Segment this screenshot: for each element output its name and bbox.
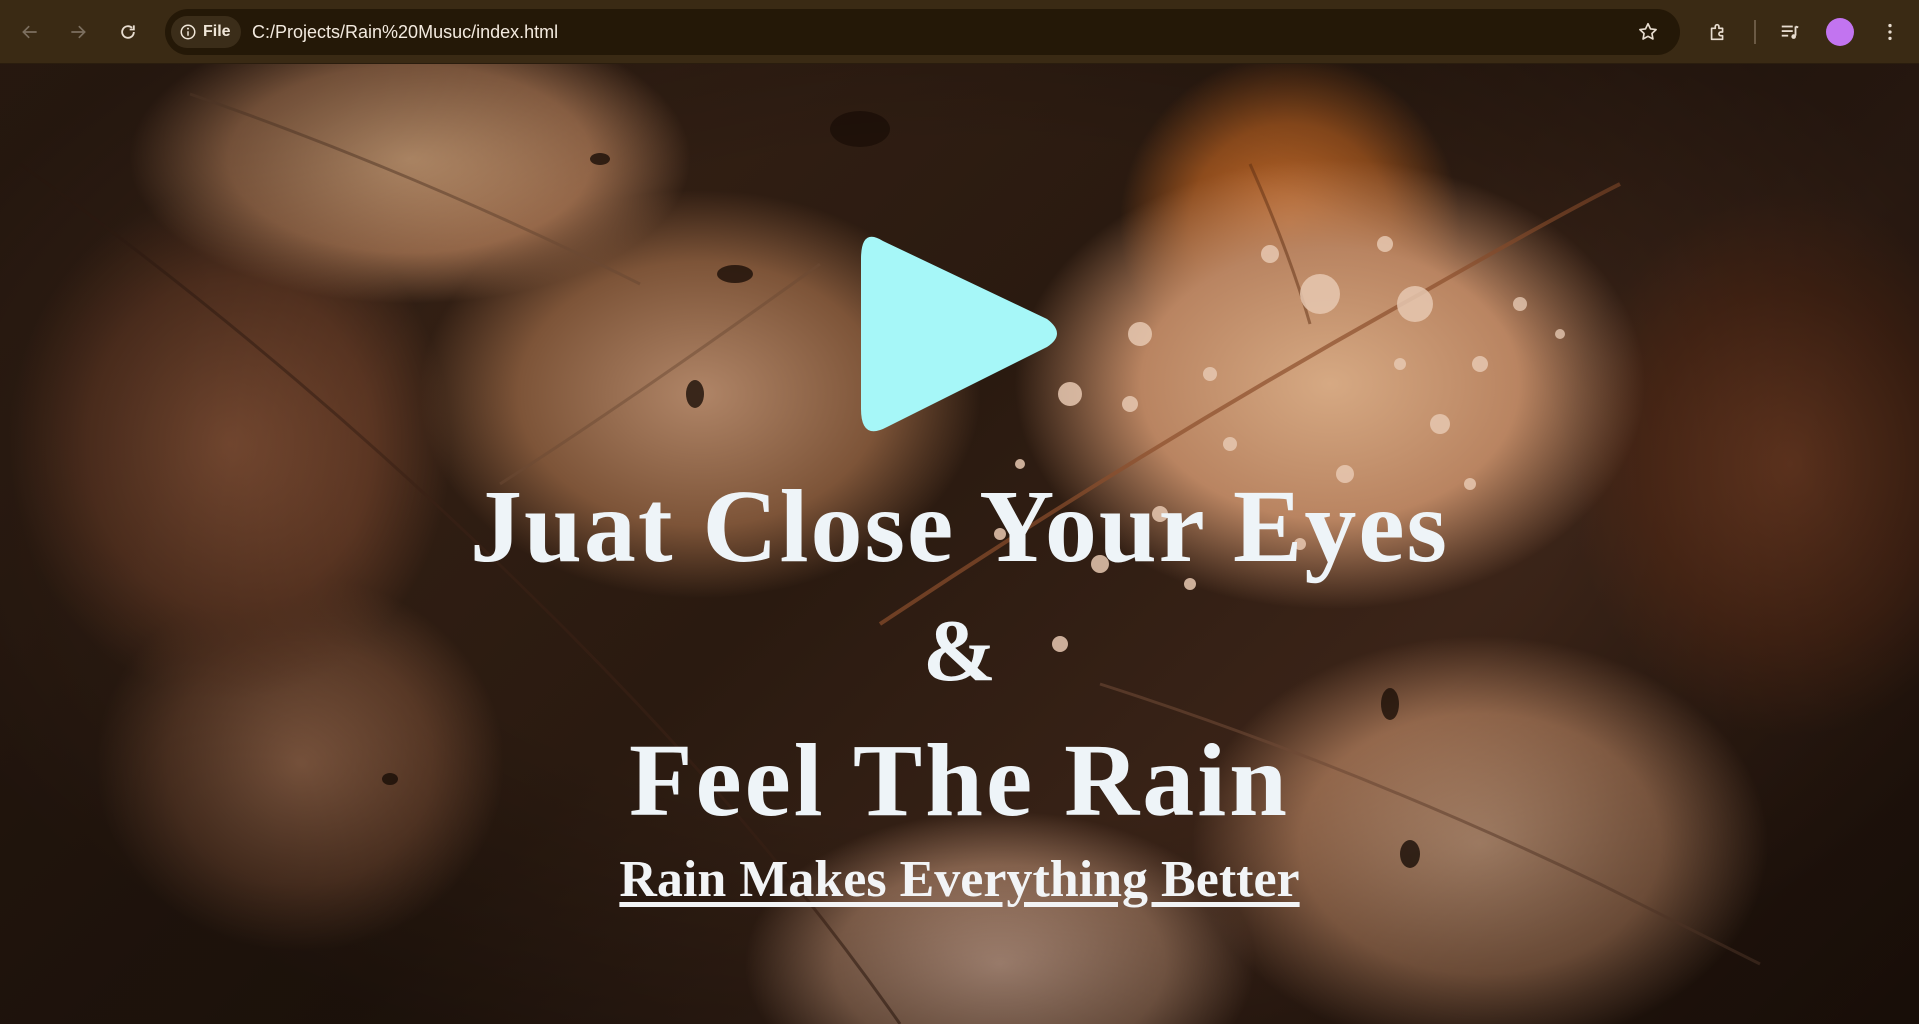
headline-line-2: Feel The Rain bbox=[628, 723, 1291, 838]
forward-button[interactable] bbox=[62, 16, 94, 48]
headline-ampersand: & bbox=[922, 603, 997, 700]
star-icon bbox=[1639, 22, 1657, 40]
play-triangle-icon[interactable] bbox=[855, 219, 1065, 449]
arrow-left-icon bbox=[22, 25, 37, 39]
media-control-button[interactable] bbox=[1774, 16, 1806, 48]
toolbar-divider bbox=[1754, 20, 1756, 44]
page-viewport: Juat Close Your Eyes & Feel The Rain Rai… bbox=[0, 64, 1919, 1024]
info-icon bbox=[180, 24, 196, 40]
site-chip-label: File bbox=[203, 23, 231, 40]
reload-button[interactable] bbox=[112, 16, 144, 48]
tagline: Rain Makes Everything Better bbox=[619, 851, 1300, 908]
more-vertical-icon bbox=[1888, 23, 1892, 41]
browser-toolbar: File C:/Projects/Rain%20Musuc/index.html bbox=[0, 0, 1919, 64]
profile-avatar[interactable] bbox=[1826, 18, 1854, 46]
headline-line-1: Juat Close Your Eyes bbox=[470, 469, 1449, 584]
arrow-right-icon bbox=[71, 25, 86, 39]
back-button[interactable] bbox=[14, 16, 46, 48]
extensions-button[interactable] bbox=[1702, 16, 1734, 48]
queue-music-icon bbox=[1781, 25, 1799, 39]
bookmark-button[interactable] bbox=[1634, 18, 1662, 46]
address-bar[interactable]: File C:/Projects/Rain%20Musuc/index.html bbox=[165, 9, 1680, 55]
puzzle-icon bbox=[1710, 23, 1724, 41]
menu-button[interactable] bbox=[1874, 16, 1906, 48]
site-info-chip[interactable]: File bbox=[171, 16, 241, 48]
url-text[interactable]: C:/Projects/Rain%20Musuc/index.html bbox=[252, 9, 558, 55]
reload-icon bbox=[121, 25, 135, 39]
